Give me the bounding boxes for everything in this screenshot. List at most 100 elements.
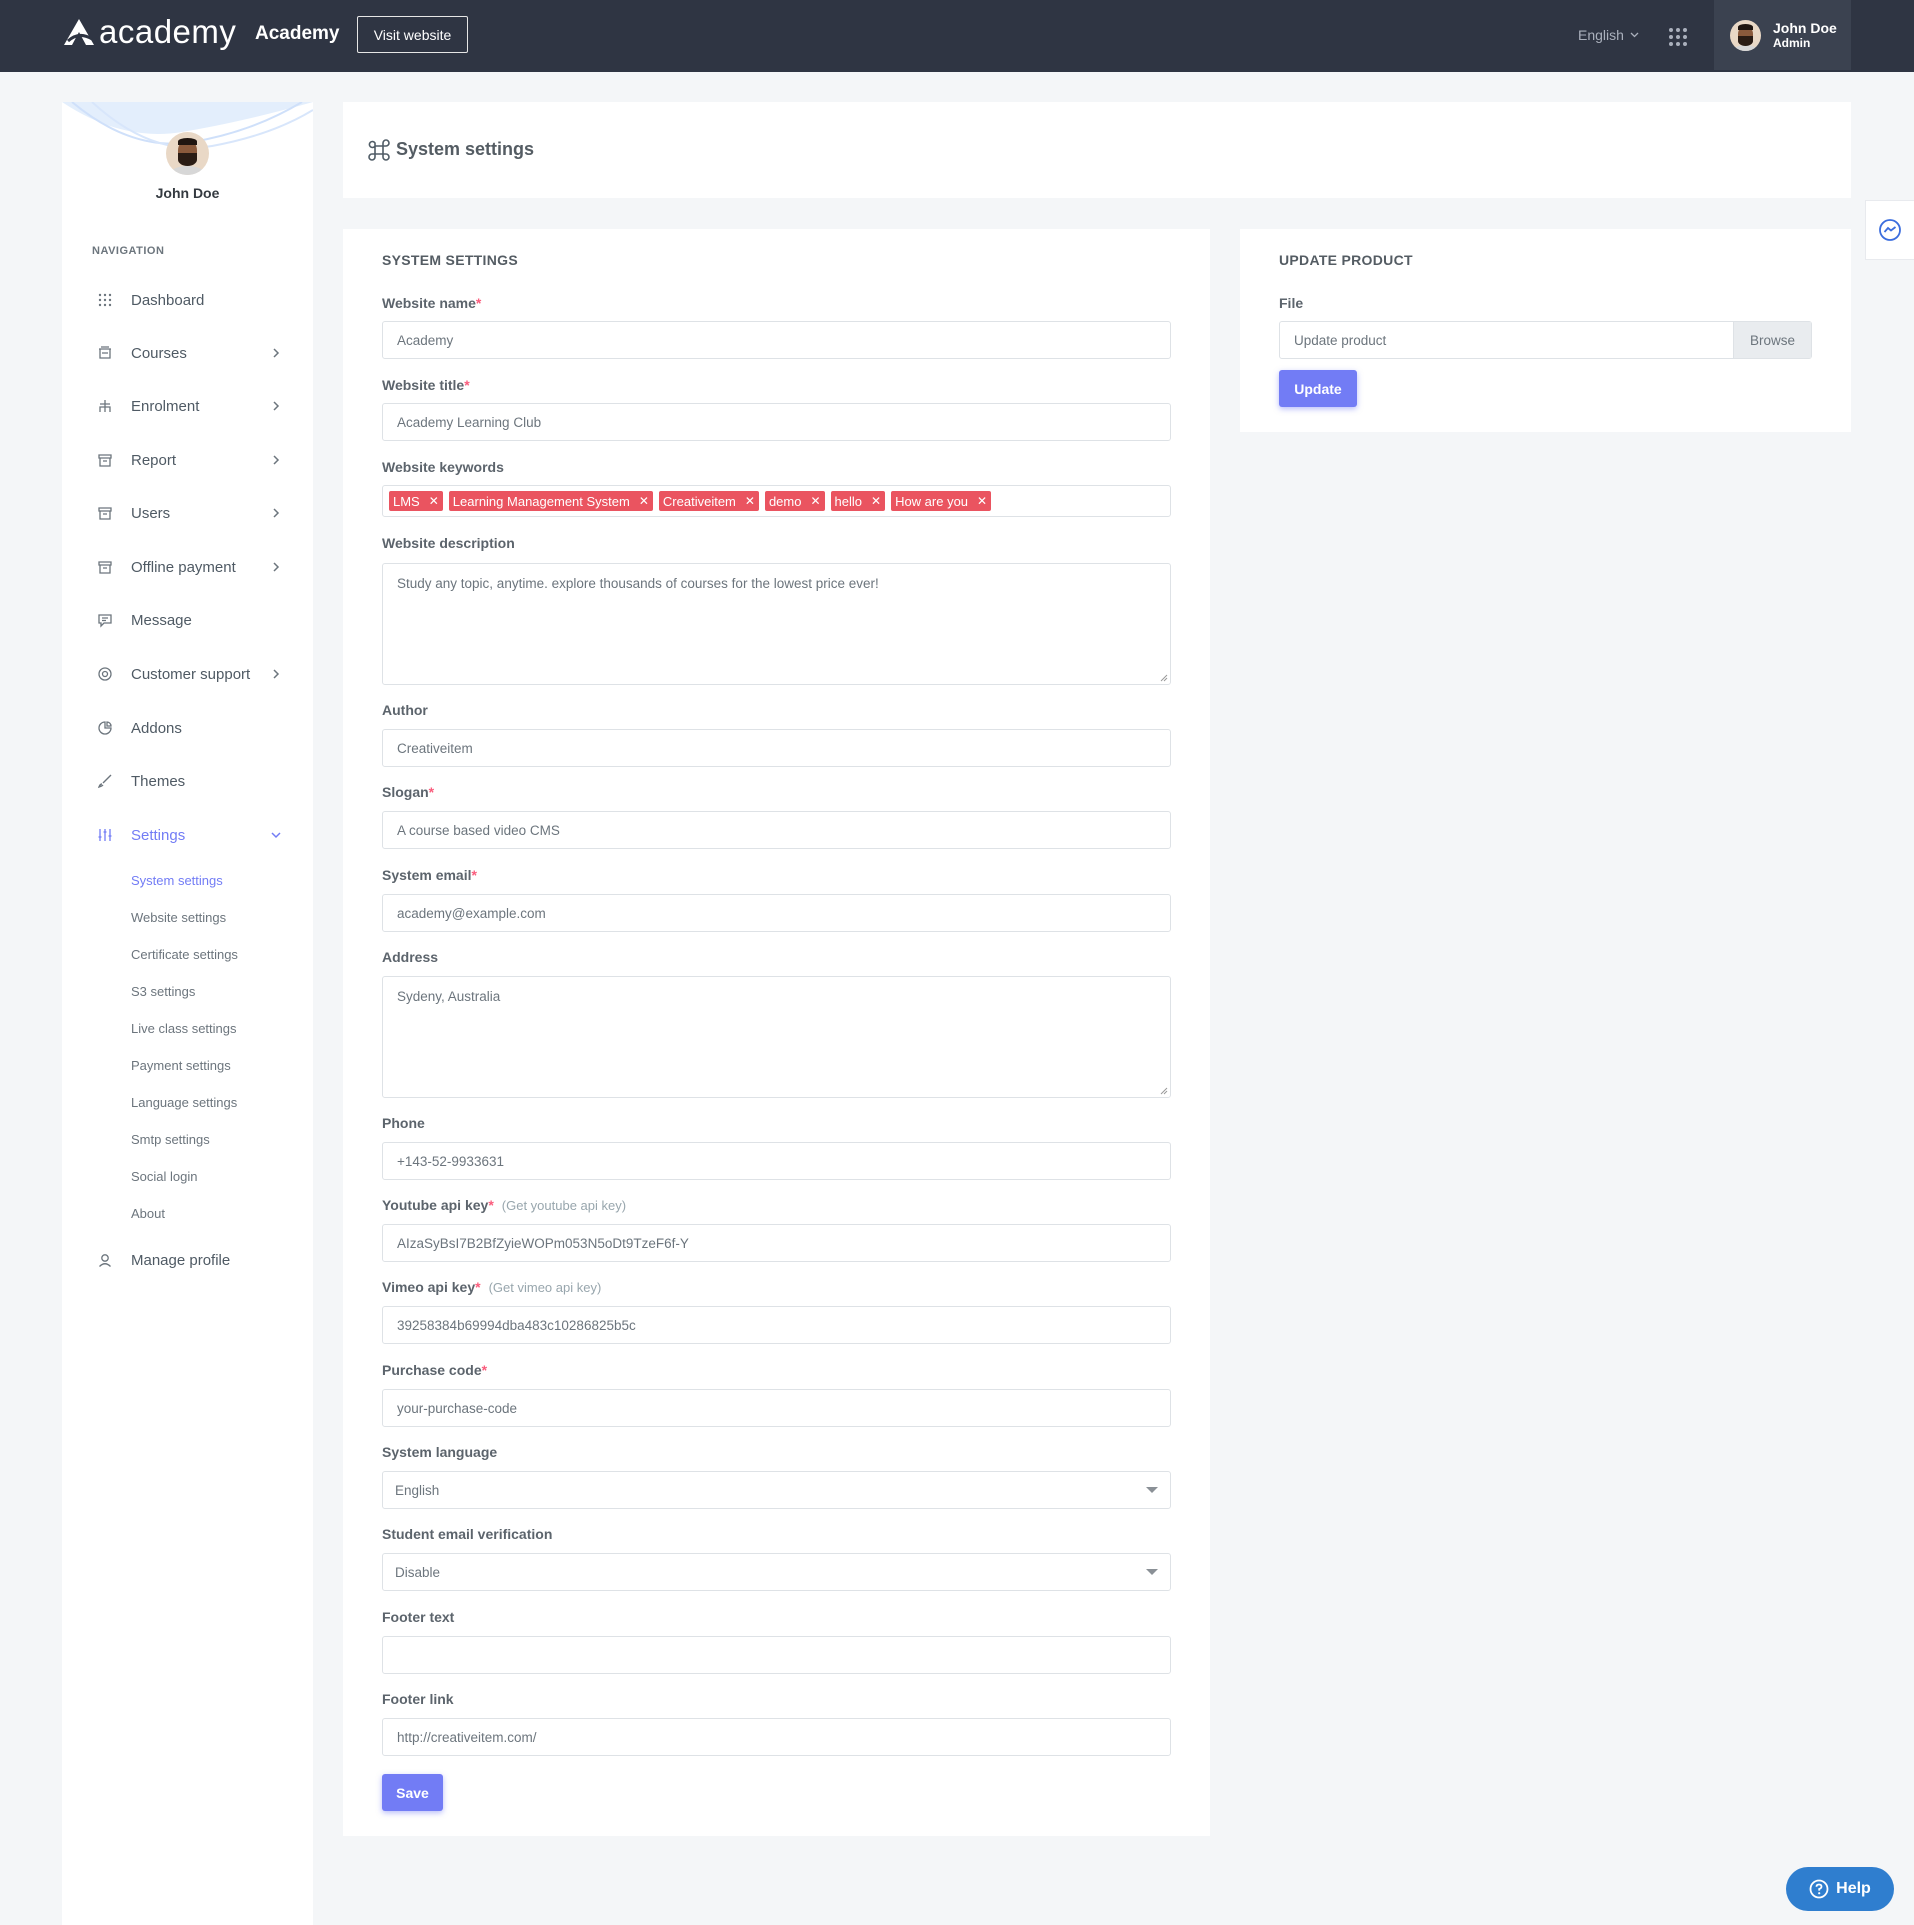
update-button[interactable]: Update: [1279, 370, 1357, 407]
website-title-input[interactable]: Academy Learning Club: [382, 403, 1171, 441]
messenger-button[interactable]: [1865, 200, 1914, 260]
sidebar-item-manage-profile[interactable]: Manage profile: [62, 1240, 313, 1280]
get-youtube-api-key-link[interactable]: (Get youtube api key): [502, 1198, 626, 1213]
logo-text: academy: [99, 13, 237, 50]
author-label: Author: [382, 702, 428, 718]
sidebar-item-label: Enrolment: [131, 397, 200, 415]
sidebar-item-label: Users: [131, 504, 171, 522]
phone-input[interactable]: +143-52-9933631: [382, 1142, 1171, 1180]
student-email-verification-select[interactable]: Disable: [382, 1553, 1171, 1591]
help-button[interactable]: Help: [1786, 1867, 1894, 1911]
user-menu[interactable]: John Doe Admin: [1714, 0, 1851, 70]
remove-tag-icon[interactable]: ✕: [429, 494, 439, 508]
sub-item-certificate-settings[interactable]: Certificate settings: [131, 947, 238, 962]
courses-icon: [96, 344, 114, 362]
addons-icon: [96, 719, 114, 737]
language-dropdown[interactable]: English: [1578, 27, 1639, 43]
sidebar-item-label: Settings: [131, 826, 186, 844]
sub-item-social-login[interactable]: Social login: [131, 1169, 198, 1184]
sidebar-item-customer-support[interactable]: Customer support: [62, 654, 313, 694]
card-title: UPDATE PRODUCT: [1279, 252, 1413, 268]
get-vimeo-api-key-link[interactable]: (Get vimeo api key): [489, 1280, 602, 1295]
system-language-select[interactable]: English: [382, 1471, 1171, 1509]
chevron-right-icon: [273, 669, 280, 679]
sidebar: John Doe NAVIGATION Dashboard Courses En…: [62, 102, 313, 1925]
help-label: Help: [1836, 1880, 1871, 1897]
system-settings-card: SYSTEM SETTINGS Website name* Academy We…: [343, 229, 1210, 1836]
footer-text-input[interactable]: [382, 1636, 1171, 1674]
keyword-tag: LMS ✕: [389, 491, 443, 511]
academy-logo[interactable]: academy: [62, 12, 236, 52]
brand-title: Academy: [255, 23, 340, 44]
system-email-input[interactable]: academy@example.com: [382, 894, 1171, 932]
sidebar-item-offline-payment[interactable]: Offline payment: [62, 547, 313, 587]
chevron-right-icon: [273, 401, 280, 411]
footer-link-label: Footer link: [382, 1691, 454, 1707]
report-icon: [96, 451, 114, 469]
sidebar-item-addons[interactable]: Addons: [62, 708, 313, 748]
card-title: SYSTEM SETTINGS: [382, 252, 518, 268]
resize-handle-icon[interactable]: [1160, 1087, 1168, 1095]
chevron-right-icon: [273, 348, 280, 358]
sidebar-item-label: Customer support: [131, 665, 251, 683]
apps-grid-icon[interactable]: [1669, 28, 1687, 46]
author-input[interactable]: Creativeitem: [382, 729, 1171, 767]
remove-tag-icon[interactable]: ✕: [977, 494, 987, 508]
settings-sliders-icon: [96, 826, 114, 844]
sidebar-item-message[interactable]: Message: [62, 600, 313, 640]
resize-handle-icon[interactable]: [1160, 674, 1168, 682]
sidebar-item-report[interactable]: Report: [62, 440, 313, 480]
slogan-label: Slogan*: [382, 784, 435, 800]
file-label: File: [1279, 295, 1304, 311]
purchase-code-input[interactable]: your-purchase-code: [382, 1389, 1171, 1427]
sidebar-item-users[interactable]: Users: [62, 493, 313, 533]
slogan-input[interactable]: A course based video CMS: [382, 811, 1171, 849]
language-label: English: [1578, 27, 1624, 43]
sub-item-smtp-settings[interactable]: Smtp settings: [131, 1132, 210, 1147]
system-language-label: System language: [382, 1444, 498, 1460]
sub-item-about[interactable]: About: [131, 1206, 165, 1221]
browse-button[interactable]: Browse: [1733, 322, 1811, 358]
sub-item-live-class-settings[interactable]: Live class settings: [131, 1021, 237, 1036]
visit-website-button[interactable]: Visit website: [357, 16, 468, 53]
purchase-code-label: Purchase code*: [382, 1362, 488, 1378]
save-button[interactable]: Save: [382, 1774, 443, 1811]
sidebar-item-dashboard[interactable]: Dashboard: [62, 280, 313, 320]
page-title: System settings: [396, 139, 535, 159]
file-input[interactable]: Update product Browse: [1279, 321, 1812, 359]
website-description-textarea[interactable]: Study any topic, anytime. explore thousa…: [382, 563, 1171, 685]
remove-tag-icon[interactable]: ✕: [810, 494, 820, 508]
address-textarea[interactable]: Sydeny, Australia: [382, 976, 1171, 1098]
sidebar-item-themes[interactable]: Themes: [62, 761, 313, 801]
sub-item-website-settings[interactable]: Website settings: [131, 910, 226, 925]
sidebar-item-label: Addons: [131, 719, 182, 737]
website-name-input[interactable]: Academy: [382, 321, 1171, 359]
sidebar-item-courses[interactable]: Courses: [62, 333, 313, 373]
remove-tag-icon[interactable]: ✕: [639, 494, 649, 508]
website-description-label: Website description: [382, 535, 515, 551]
caret-down-icon: [1146, 1487, 1158, 1493]
page-header: System settings: [343, 102, 1851, 198]
caret-down-icon: [1146, 1569, 1158, 1575]
remove-tag-icon[interactable]: ✕: [871, 494, 881, 508]
remove-tag-icon[interactable]: ✕: [745, 494, 755, 508]
chevron-down-icon: [1630, 32, 1639, 38]
vimeo-api-key-label: Vimeo api key* (Get vimeo api key): [382, 1279, 602, 1295]
footer-link-input[interactable]: http://creativeitem.com/: [382, 1718, 1171, 1756]
support-icon: [96, 665, 114, 683]
youtube-api-key-input[interactable]: AIzaSyBsI7B2BfZyieWOPm053N5oDt9TzeF6f-Y: [382, 1224, 1171, 1262]
sub-item-language-settings[interactable]: Language settings: [131, 1095, 237, 1110]
system-email-label: System email*: [382, 867, 477, 883]
website-keywords-label: Website keywords: [382, 459, 504, 475]
sub-item-system-settings[interactable]: System settings: [131, 873, 223, 888]
sub-item-s3-settings[interactable]: S3 settings: [131, 984, 195, 999]
sub-item-payment-settings[interactable]: Payment settings: [131, 1058, 231, 1073]
brush-icon: [96, 772, 114, 790]
topbar: academy Academy Visit website English Jo…: [0, 0, 1914, 72]
sidebar-item-settings[interactable]: Settings: [62, 815, 313, 855]
youtube-api-key-label: Youtube api key* (Get youtube api key): [382, 1197, 627, 1213]
sidebar-item-label: Themes: [131, 772, 186, 790]
vimeo-api-key-input[interactable]: 39258384b69994dba483c10286825b5c: [382, 1306, 1171, 1344]
sidebar-item-enrolment[interactable]: Enrolment: [62, 386, 313, 426]
keywords-tag-input[interactable]: LMS ✕ Learning Management System ✕ Creativ…: [382, 485, 1171, 517]
